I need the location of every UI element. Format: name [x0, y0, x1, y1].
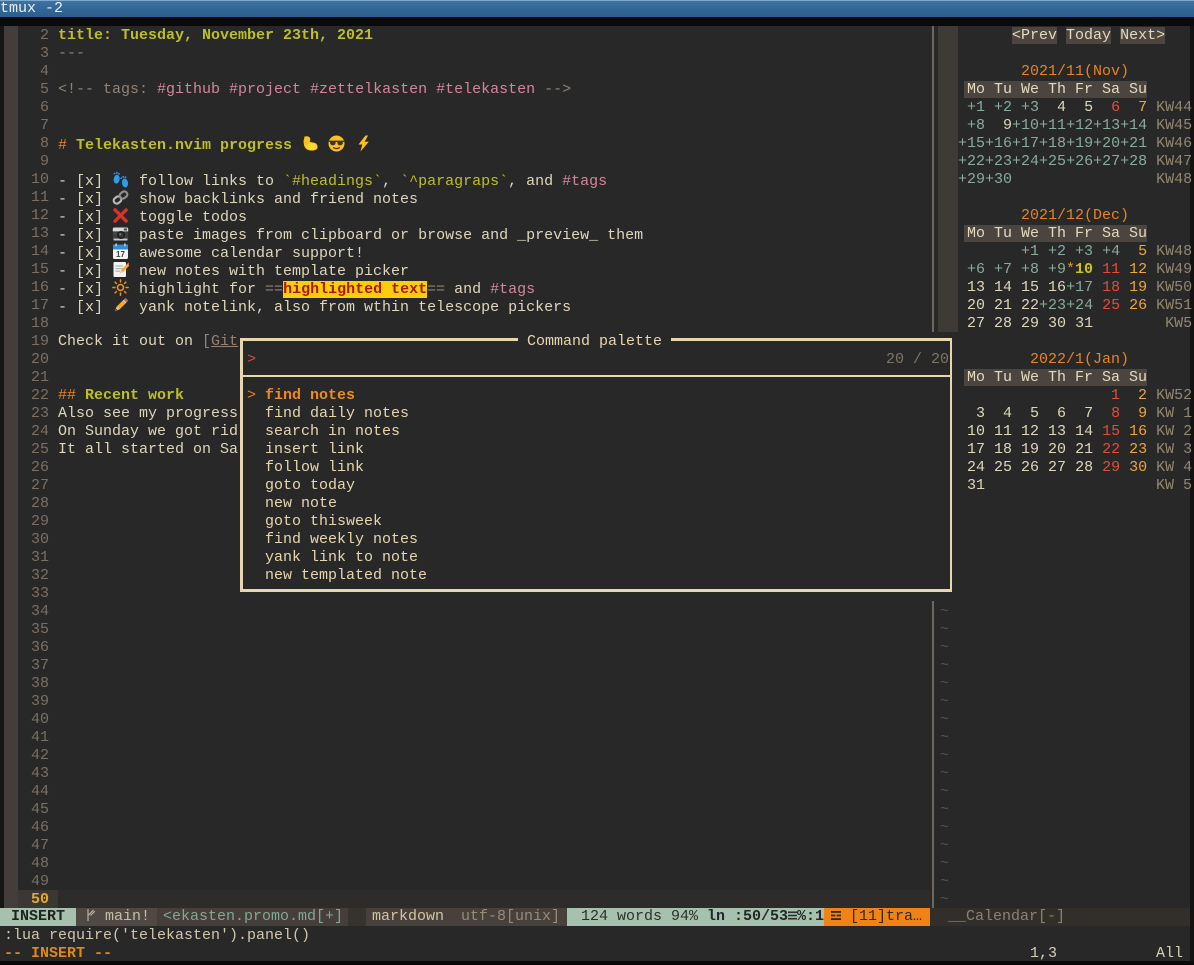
svg-text:17: 17	[116, 250, 125, 259]
